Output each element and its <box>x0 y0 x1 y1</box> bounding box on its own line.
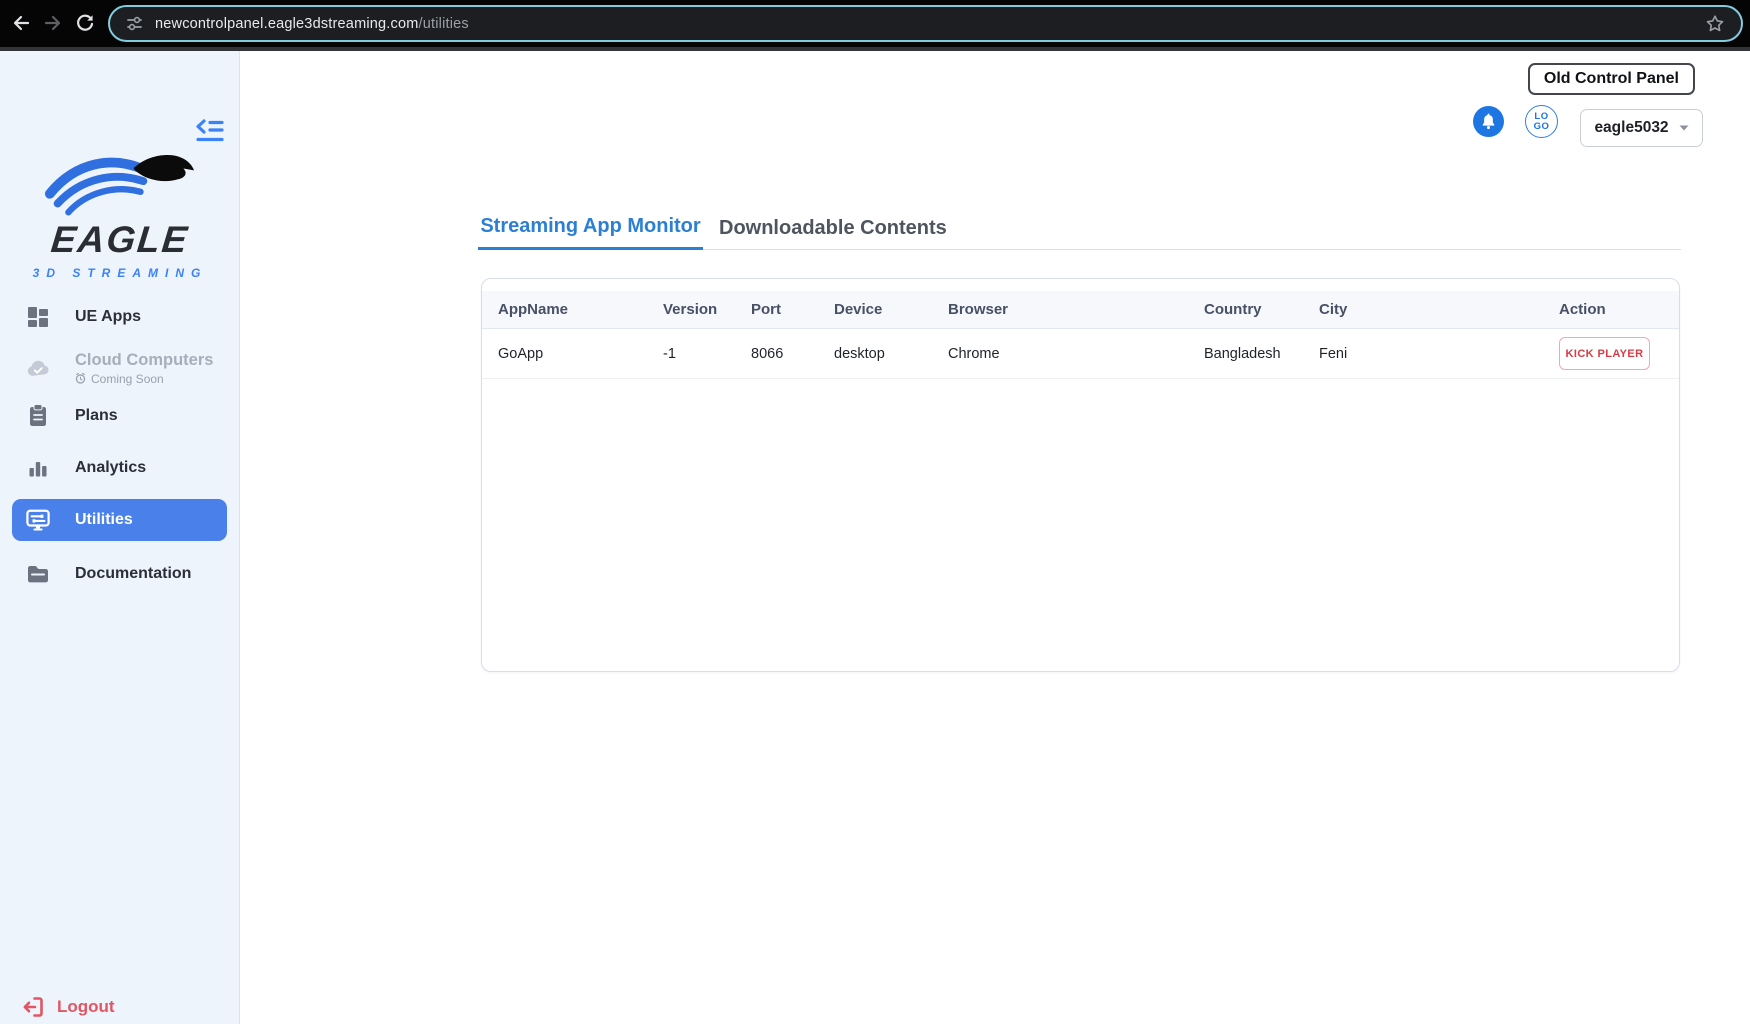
cell-country: Bangladesh <box>1204 345 1281 362</box>
notifications-bell-icon[interactable] <box>1473 106 1504 137</box>
collapse-sidebar-icon[interactable] <box>194 117 226 145</box>
bookmark-star-icon[interactable] <box>1705 14 1725 34</box>
url-bar[interactable]: newcontrolpanel.eagle3dstreaming.com/uti… <box>108 5 1743 42</box>
logout-icon <box>23 997 43 1017</box>
sidebar-item-utilities[interactable]: Utilities <box>12 499 227 541</box>
main-content: Old Control Panel LO GO eagle5032 Stream… <box>240 51 1750 1024</box>
column-header-country: Country <box>1204 301 1262 318</box>
url-path: /utilities <box>418 15 469 32</box>
grid-dashboard-icon <box>26 305 50 329</box>
tab-downloadable-contents[interactable]: Downloadable Contents <box>703 206 963 250</box>
clipboard-icon <box>26 404 50 428</box>
eagle-logo-icon <box>44 155 195 216</box>
brand-logo: EAGLE 3D STREAMING <box>0 147 240 280</box>
cloud-check-icon <box>26 356 50 380</box>
cell-version: -1 <box>663 345 676 362</box>
brand-tagline: 3D STREAMING <box>32 266 208 280</box>
brand-name: EAGLE <box>49 219 191 260</box>
sidebar-item-label: Utilities <box>75 511 133 528</box>
sidebar-item-ue-apps[interactable]: UE Apps <box>0 302 240 332</box>
tab-bar: Streaming App Monitor Downloadable Conte… <box>478 206 1681 250</box>
kick-player-button[interactable]: KICK PLAYER <box>1559 337 1650 370</box>
client-logo-badge[interactable]: LO GO <box>1525 105 1558 138</box>
browser-toolbar: newcontrolpanel.eagle3dstreaming.com/uti… <box>0 0 1750 47</box>
streaming-app-table-card: AppName Version Port Device Browser Coun… <box>481 278 1680 672</box>
sidebar-item-label: Cloud Computers <box>75 350 214 369</box>
back-icon[interactable] <box>11 13 31 33</box>
account-dropdown[interactable]: eagle5032 <box>1580 109 1703 147</box>
sidebar-item-analytics[interactable]: Analytics <box>0 453 240 483</box>
logout-label: Logout <box>57 997 115 1016</box>
chevron-down-icon <box>1679 125 1689 131</box>
sidebar-item-label: Analytics <box>75 459 147 476</box>
forward-icon[interactable] <box>43 13 63 33</box>
column-header-version: Version <box>663 301 718 318</box>
bar-chart-icon <box>26 456 50 480</box>
screen: newcontrolpanel.eagle3dstreaming.com/uti… <box>0 0 1750 1024</box>
folder-icon <box>26 562 50 586</box>
logo-badge-line2: GO <box>1533 120 1550 132</box>
cell-browser: Chrome <box>948 345 1000 362</box>
column-header-city: City <box>1319 301 1348 318</box>
sidebar-item-label: Plans <box>75 407 118 424</box>
cell-action: KICK PLAYER <box>1559 337 1679 370</box>
sidebar: EAGLE 3D STREAMING UE Apps Cloud Compute… <box>0 51 240 1024</box>
column-header-port: Port <box>751 301 781 318</box>
table-row: GoApp -1 8066 desktop Chrome Bangladesh … <box>482 329 1679 379</box>
screen-sliders-icon <box>26 508 50 532</box>
column-header-browser: Browser <box>948 301 1009 318</box>
account-name: eagle5032 <box>1594 119 1669 136</box>
sidebar-item-label: UE Apps <box>75 308 142 325</box>
reload-icon[interactable] <box>75 13 95 33</box>
sidebar-item-documentation[interactable]: Documentation <box>0 559 240 589</box>
column-header-device: Device <box>834 301 883 318</box>
sidebar-item-cloud-computers[interactable]: Cloud Computers Coming Soon <box>0 345 240 391</box>
coming-soon-badge: Coming Soon <box>75 372 213 386</box>
logo-badge-line1: LO <box>1534 110 1549 122</box>
tab-streaming-app-monitor[interactable]: Streaming App Monitor <box>478 206 703 250</box>
column-header-action: Action <box>1559 301 1606 318</box>
sidebar-item-plans[interactable]: Plans <box>0 401 240 431</box>
cell-appname: GoApp <box>498 345 544 362</box>
cell-port: 8066 <box>751 345 784 362</box>
url-host: newcontrolpanel.eagle3dstreaming.com <box>155 15 419 32</box>
logout-button[interactable]: Logout <box>22 996 115 1018</box>
cell-device: desktop <box>834 345 885 362</box>
clock-icon <box>75 373 86 384</box>
old-control-panel-button[interactable]: Old Control Panel <box>1527 63 1695 95</box>
column-header-appname: AppName <box>498 301 569 318</box>
table-header-row: AppName Version Port Device Browser Coun… <box>482 291 1679 329</box>
cell-city: Feni <box>1319 345 1348 362</box>
sidebar-item-label: Documentation <box>75 565 192 582</box>
site-settings-icon[interactable] <box>126 15 143 32</box>
